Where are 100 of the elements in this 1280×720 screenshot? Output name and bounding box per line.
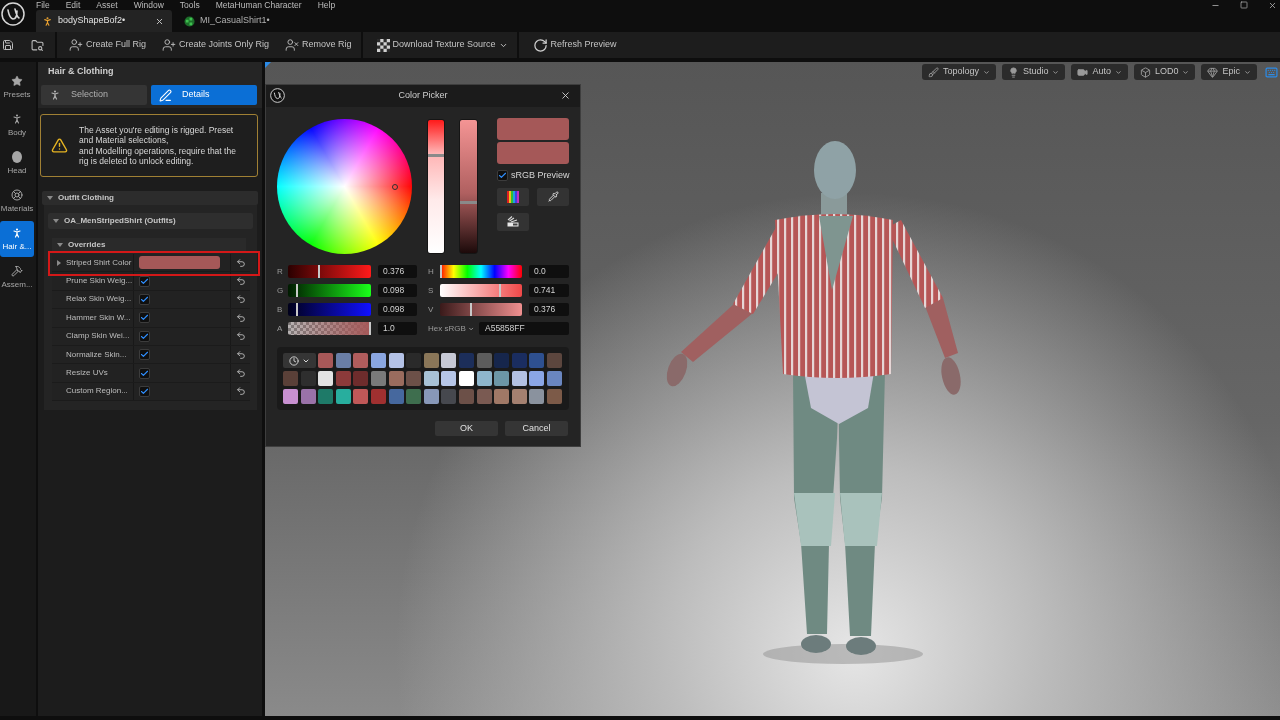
viewport-dropdown[interactable]: Topology (921, 64, 996, 80)
checkbox[interactable] (139, 330, 150, 342)
color-swatch-icon[interactable] (370, 389, 386, 404)
value-bar[interactable] (459, 119, 478, 254)
reset-arrow-icon[interactable] (235, 294, 246, 305)
color-swatch-icon[interactable] (283, 371, 298, 386)
saturation-bar[interactable] (427, 119, 445, 254)
caret-down-icon[interactable] (57, 242, 63, 247)
color-swatch-icon[interactable] (353, 353, 369, 368)
color-swatch-icon[interactable] (423, 389, 439, 404)
sidebar-item[interactable]: Assem... (0, 259, 34, 295)
close-icon[interactable] (1268, 0, 1277, 10)
color-swatch-icon[interactable] (423, 353, 439, 368)
color-swatch-icon[interactable] (441, 389, 457, 404)
checkbox[interactable] (497, 170, 508, 182)
color-swatch-icon[interactable] (476, 389, 492, 404)
color-swatch-icon[interactable] (318, 389, 334, 404)
value-field[interactable]: 0.376 (529, 303, 569, 316)
reset-arrow-icon[interactable] (235, 257, 246, 268)
color-swatch-icon[interactable] (529, 389, 545, 404)
color-swatch-icon[interactable] (441, 353, 457, 368)
color-swatch-icon[interactable] (388, 371, 404, 386)
group-header[interactable]: OA_MenStripedShirt (Outfits) (48, 213, 253, 229)
bar-marker[interactable] (428, 153, 444, 157)
reset-arrow-icon[interactable] (235, 368, 246, 379)
bar-marker[interactable] (460, 201, 477, 205)
sidebar-item[interactable]: Body (0, 107, 34, 143)
menu-item[interactable]: File (36, 0, 50, 10)
panel-tab[interactable]: Details (151, 85, 257, 105)
color-swatch-icon[interactable] (458, 353, 474, 368)
menu-item[interactable]: Help (317, 0, 336, 10)
viewport-dropdown[interactable]: Epic (1201, 64, 1257, 80)
color-swatch-icon[interactable] (458, 371, 474, 386)
toolbar-button[interactable]: Create Joints Only Rig (156, 34, 276, 56)
value-field[interactable]: 0.098 (378, 284, 417, 297)
color-swatch-icon[interactable] (494, 353, 510, 368)
color-swatch-icon[interactable] (406, 389, 422, 404)
color-swatch-icon[interactable] (388, 353, 404, 368)
color-swatch-icon[interactable] (423, 371, 439, 386)
caret-down-icon[interactable] (47, 196, 53, 200)
color-value-swatch[interactable] (139, 256, 220, 270)
toolbar-button[interactable]: Refresh Preview (526, 34, 623, 56)
color-swatch-icon[interactable] (335, 371, 351, 386)
eyedropper-button[interactable] (537, 187, 569, 206)
checkbox[interactable] (139, 349, 150, 361)
color-swatch-icon[interactable] (476, 371, 492, 386)
color-swatch-icon[interactable] (370, 371, 386, 386)
slider-thumb[interactable] (295, 284, 298, 297)
color-swatch-icon[interactable] (406, 371, 422, 386)
color-swatch-icon[interactable] (335, 353, 351, 368)
color-swatch-icon[interactable] (546, 353, 562, 368)
sidebar-item[interactable]: Materials (0, 183, 34, 219)
slider-thumb[interactable] (499, 284, 502, 297)
theme-button[interactable] (497, 212, 529, 231)
category-header[interactable]: Outfit Clothing (42, 191, 258, 205)
close-icon[interactable] (560, 90, 571, 101)
reset-arrow-icon[interactable] (235, 386, 246, 397)
viewport-dropdown[interactable]: Studio (1001, 64, 1066, 80)
color-swatch-icon[interactable] (318, 353, 334, 368)
color-swatch-icon[interactable] (511, 353, 527, 368)
close-icon[interactable] (155, 16, 164, 26)
checkbox[interactable] (139, 367, 150, 379)
reset-arrow-icon[interactable] (235, 276, 246, 287)
value-field[interactable]: 0.098 (378, 303, 417, 316)
channel-slider[interactable] (288, 265, 371, 278)
color-swatch-icon[interactable] (318, 371, 334, 386)
color-swatch-icon[interactable] (546, 371, 562, 386)
slider-thumb[interactable] (318, 265, 321, 278)
menu-item[interactable]: Window (133, 0, 164, 10)
color-swatch-icon[interactable] (370, 353, 386, 368)
color-swatch-icon[interactable] (476, 353, 492, 368)
checkbox[interactable] (139, 275, 150, 287)
color-swatch-icon[interactable] (511, 389, 527, 404)
saturation-slider[interactable] (440, 284, 522, 297)
color-swatch-icon[interactable] (335, 389, 351, 404)
recent-colors-button[interactable] (283, 353, 316, 368)
dialog-button[interactable]: Cancel (505, 421, 568, 436)
hex-field[interactable]: A55858FF (479, 322, 569, 335)
checkbox[interactable] (139, 312, 150, 324)
caret-down-icon[interactable] (53, 219, 59, 223)
color-swatch-icon[interactable] (283, 389, 298, 404)
caret-right-icon[interactable] (57, 259, 61, 266)
sidebar-item[interactable]: Head (0, 145, 34, 181)
color-swatch-icon[interactable] (353, 389, 369, 404)
color-swatch-icon[interactable] (546, 389, 562, 404)
viewport-dropdown[interactable]: LOD0 (1133, 64, 1196, 80)
spectrum-button[interactable] (497, 187, 529, 206)
checkbox[interactable] (139, 293, 150, 305)
viewport-dropdown[interactable]: Auto (1071, 64, 1128, 80)
subgroup-header[interactable]: Overrides (52, 238, 246, 251)
color-swatch-icon[interactable] (388, 389, 404, 404)
color-swatch-icon[interactable] (511, 371, 527, 386)
channel-slider[interactable] (288, 284, 371, 297)
value-field[interactable]: 1.0 (378, 322, 417, 335)
maximize-icon[interactable] (1240, 1, 1248, 9)
save-icon[interactable] (2, 39, 14, 51)
value-field[interactable]: 0.0 (529, 265, 569, 278)
menu-item[interactable]: Edit (65, 0, 81, 10)
color-swatch-icon[interactable] (458, 389, 474, 404)
checkbox[interactable] (139, 385, 150, 397)
